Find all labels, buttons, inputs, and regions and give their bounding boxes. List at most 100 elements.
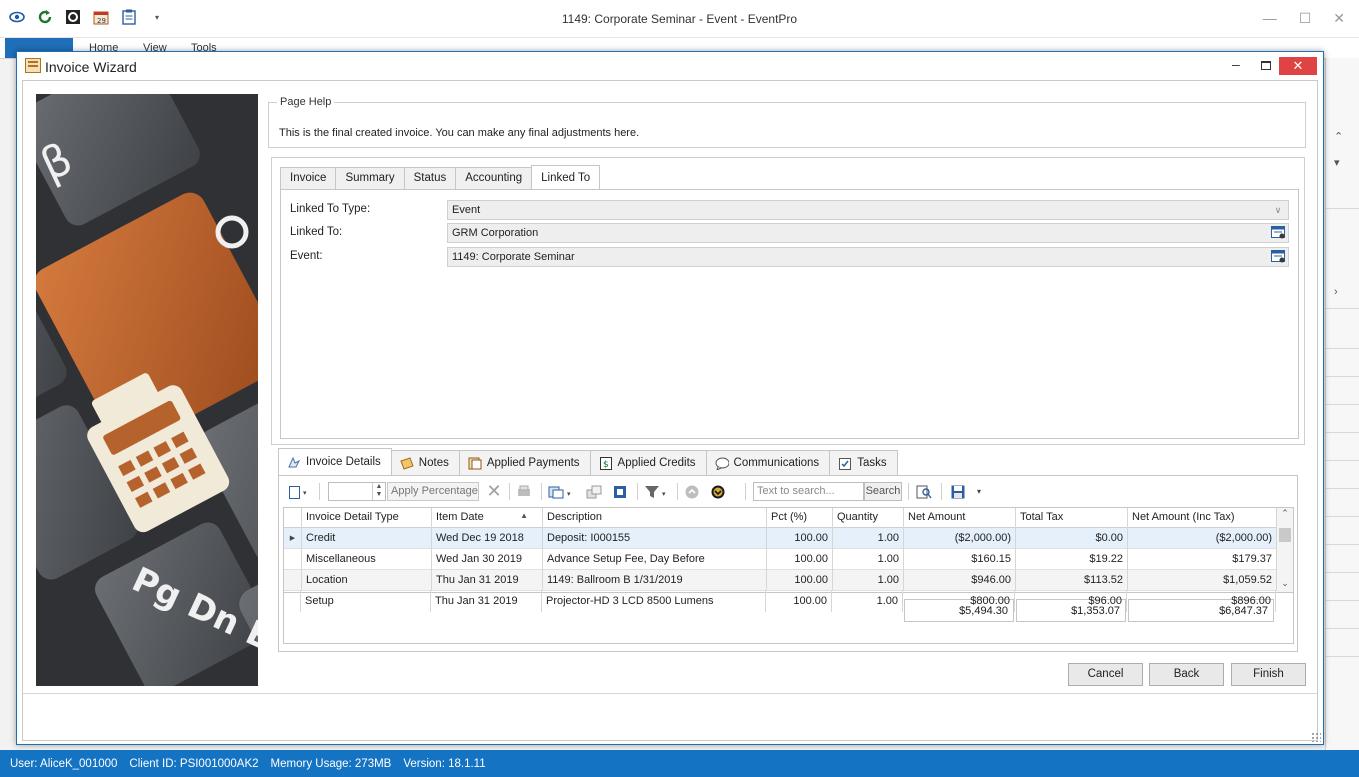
cell-date: Wed Jan 30 2019 (432, 549, 543, 570)
cancel-button[interactable]: Cancel (1068, 663, 1143, 686)
toolbar-separator (745, 483, 746, 500)
tab-linked-to[interactable]: Linked To (531, 165, 601, 189)
tab-summary[interactable]: Summary (335, 167, 405, 189)
cell-tax: $113.52 (1016, 570, 1128, 591)
import-icon[interactable] (611, 483, 629, 500)
invoice-tabs-group: Invoice Summary Status Accounting Linked… (271, 157, 1305, 445)
svg-text:▾: ▾ (567, 490, 571, 498)
print-icon[interactable] (515, 483, 533, 500)
collapse-up-icon[interactable]: ⌃ (1334, 130, 1343, 143)
column-header-item-date[interactable]: Item Date ▲ (432, 508, 543, 528)
tab-status[interactable]: Status (403, 167, 457, 189)
grid-vertical-scrollbar[interactable]: ⌃ ⌄ (1277, 508, 1293, 592)
column-header[interactable]: Total Tax (1016, 508, 1128, 528)
cell-qty: 1.00 (832, 591, 903, 612)
cell-net-inc-tax: $179.37 (1128, 549, 1277, 570)
toolbar-separator (941, 483, 942, 500)
tab-label: Tasks (857, 457, 887, 469)
move-icon[interactable] (585, 483, 603, 500)
invoice-wizard-icon (25, 58, 41, 73)
dialog-minimize-icon[interactable]: – (1232, 56, 1240, 72)
dialog-close-button[interactable]: ✕ (1279, 57, 1317, 75)
app-titlebar: 29 ▾ 1149: Corporate Seminar - Event - E… (0, 0, 1359, 38)
tab-applied-payments[interactable]: Applied Payments (458, 450, 591, 475)
page-help-legend: Page Help (277, 96, 335, 108)
move-down-icon[interactable] (709, 483, 727, 500)
column-header[interactable]: Net Amount (904, 508, 1016, 528)
lookup-icon[interactable] (1268, 247, 1288, 267)
event-row: Event: 1149: Corporate Seminar (281, 247, 1291, 267)
tab-tasks[interactable]: Tasks (829, 450, 898, 475)
invoice-tabs: Invoice Summary Status Accounting Linked… (280, 165, 601, 189)
communications-icon (715, 457, 729, 470)
linked-to-type-select[interactable]: Event ∨ (447, 200, 1289, 220)
column-header[interactable]: Description (543, 508, 767, 528)
linked-to-label: Linked To: (290, 226, 343, 238)
move-up-icon[interactable] (683, 483, 701, 500)
table-row[interactable]: ▶ Credit Wed Dec 19 2018 Deposit: I00015… (284, 528, 1277, 549)
resize-grip-icon[interactable] (1311, 732, 1321, 742)
column-header[interactable]: Pct (%) (767, 508, 833, 528)
column-header[interactable]: Quantity (833, 508, 904, 528)
linked-to-panel: Linked To Type: Event ∨ Linked To: GRM C… (280, 189, 1299, 439)
tab-communications[interactable]: Communications (705, 450, 831, 475)
cell-tax: $19.22 (1016, 549, 1128, 570)
tab-notes[interactable]: Notes (390, 450, 460, 475)
cell-qty: 1.00 (833, 570, 904, 591)
expand-right-icon[interactable]: › (1334, 286, 1338, 298)
cell-date: Thu Jan 31 2019 (431, 591, 542, 612)
percentage-input[interactable]: ▲ ▼ (328, 482, 386, 501)
tab-invoice-details[interactable]: Invoice Details (278, 448, 392, 475)
tab-invoice[interactable]: Invoice (280, 167, 337, 189)
apply-percentage-button[interactable]: Apply Percentage (387, 482, 479, 501)
toolbar-separator (677, 483, 678, 500)
cell-tax: $96.00 (1015, 591, 1127, 612)
spinner-icon[interactable]: ▲ ▼ (372, 483, 385, 500)
save-icon[interactable] (949, 483, 967, 500)
lookup-icon[interactable] (1268, 223, 1288, 243)
find-icon[interactable] (915, 483, 933, 500)
svg-text:$: $ (603, 460, 609, 470)
event-field[interactable]: 1149: Corporate Seminar (447, 247, 1289, 267)
filter-icon[interactable]: ▾ (643, 483, 669, 500)
invoice-details-icon (287, 456, 301, 469)
invoice-wizard-dialog: Invoice Wizard – ✕ β Pg Dn E Page Help T… (16, 51, 1324, 745)
tab-label: Applied Payments (486, 457, 580, 469)
scroll-up-icon[interactable]: ⌃ (1277, 508, 1293, 519)
page-help-text: This is the final created invoice. You c… (279, 127, 640, 139)
new-dropdown-icon[interactable]: ▾ (287, 483, 311, 500)
details-toolbar: ▾ ▲ ▼ Apply Percentage ✕ ▾ ▾ Text to sea… (279, 476, 1297, 506)
cell-date: Wed Dec 19 2018 (432, 528, 543, 549)
row-indicator-header (284, 508, 302, 528)
column-header[interactable]: Invoice Detail Type (302, 508, 432, 528)
minimize-icon[interactable]: — (1263, 10, 1277, 27)
event-label: Event: (290, 250, 323, 262)
linked-to-type-row: Linked To Type: Event ∨ (281, 200, 1291, 220)
finish-button[interactable]: Finish (1231, 663, 1306, 686)
column-header[interactable]: Net Amount (Inc Tax) (1128, 508, 1277, 528)
dropdown-icon[interactable]: ▾ (1334, 156, 1340, 169)
table-row[interactable]: Miscellaneous Wed Jan 30 2019 Advance Se… (284, 549, 1277, 570)
search-button[interactable]: Search (864, 482, 902, 501)
back-button[interactable]: Back (1149, 663, 1224, 686)
linked-to-field[interactable]: GRM Corporation (447, 223, 1289, 243)
delete-icon[interactable]: ✕ (485, 481, 503, 501)
dialog-maximize-icon[interactable] (1261, 61, 1271, 70)
copy-dropdown-icon[interactable]: ▾ (547, 483, 575, 500)
chevron-down-icon[interactable]: ∨ (1268, 200, 1288, 220)
table-row[interactable]: Setup Thu Jan 31 2019 Projector-HD 3 LCD… (283, 591, 1276, 612)
maximize-icon[interactable]: ☐ (1299, 10, 1312, 27)
tab-accounting[interactable]: Accounting (455, 167, 533, 189)
window-controls: — ☐ ✕ (1263, 10, 1345, 27)
close-icon[interactable]: ✕ (1333, 10, 1345, 27)
tab-applied-credits[interactable]: $ Applied Credits (589, 450, 707, 475)
scroll-down-icon[interactable]: ⌄ (1277, 578, 1293, 589)
cell-net: $160.15 (904, 549, 1016, 570)
tasks-icon (838, 457, 852, 470)
sort-ascending-icon: ▲ (520, 511, 528, 520)
table-row[interactable]: Location Thu Jan 31 2019 1149: Ballroom … (284, 570, 1277, 591)
search-input[interactable]: Text to search... (753, 482, 864, 501)
scrollbar-thumb[interactable] (1279, 528, 1291, 542)
details-tabs-group: Invoice Details Notes Applied Payments $… (278, 448, 1306, 654)
save-dropdown-icon[interactable]: ▾ (973, 483, 985, 500)
